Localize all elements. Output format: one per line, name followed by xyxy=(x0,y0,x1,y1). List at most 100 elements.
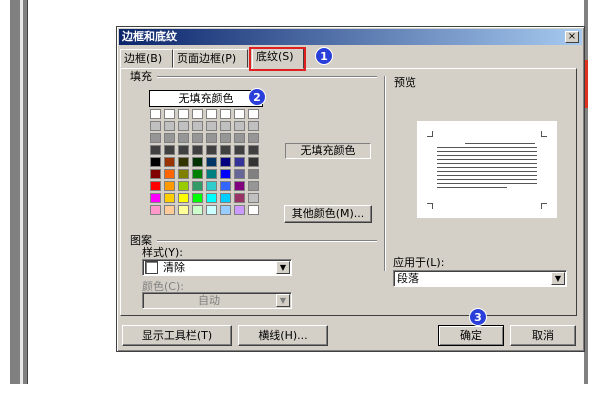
color-swatch[interactable] xyxy=(234,157,245,167)
color-swatch[interactable] xyxy=(164,181,175,191)
color-swatch[interactable] xyxy=(220,169,231,179)
color-swatch[interactable] xyxy=(206,205,217,215)
cancel-button[interactable]: 取消 xyxy=(510,325,576,346)
color-swatch[interactable] xyxy=(248,121,259,131)
color-swatch[interactable] xyxy=(164,109,175,119)
preview-text-line xyxy=(437,187,507,188)
color-swatch[interactable] xyxy=(248,181,259,191)
color-swatch[interactable] xyxy=(192,109,203,119)
color-swatch[interactable] xyxy=(178,157,189,167)
color-swatch[interactable] xyxy=(164,205,175,215)
color-swatch[interactable] xyxy=(192,145,203,155)
color-swatch[interactable] xyxy=(178,121,189,131)
color-swatch[interactable] xyxy=(220,205,231,215)
tab-page-borders[interactable]: 页面边框(P) xyxy=(173,49,248,68)
style-select-value: 清除 xyxy=(163,261,185,274)
color-swatch[interactable] xyxy=(248,133,259,143)
color-swatch[interactable] xyxy=(248,169,259,179)
pattern-group-line xyxy=(157,240,377,242)
color-swatch[interactable] xyxy=(150,193,161,203)
color-swatch[interactable] xyxy=(164,193,175,203)
tab-borders[interactable]: 边框(B) xyxy=(120,49,173,68)
color-swatch[interactable] xyxy=(178,205,189,215)
color-swatch[interactable] xyxy=(178,181,189,191)
color-swatch[interactable] xyxy=(234,145,245,155)
color-swatch[interactable] xyxy=(192,193,203,203)
color-swatch[interactable] xyxy=(178,133,189,143)
color-swatch[interactable] xyxy=(220,133,231,143)
color-swatch[interactable] xyxy=(248,205,259,215)
color-swatch[interactable] xyxy=(192,133,203,143)
color-swatch[interactable] xyxy=(248,109,259,119)
color-swatch[interactable] xyxy=(150,205,161,215)
horizontal-line-button[interactable]: 横线(H)... xyxy=(238,325,328,346)
color-swatch[interactable] xyxy=(220,145,231,155)
color-swatch[interactable] xyxy=(234,169,245,179)
color-swatch[interactable] xyxy=(234,205,245,215)
color-swatch[interactable] xyxy=(150,109,161,119)
color-swatch[interactable] xyxy=(164,121,175,131)
color-swatch[interactable] xyxy=(220,121,231,131)
color-swatch[interactable] xyxy=(206,133,217,143)
chevron-down-icon[interactable]: ▼ xyxy=(276,294,290,307)
color-swatch[interactable] xyxy=(206,193,217,203)
ok-button[interactable]: 确定 xyxy=(438,325,504,346)
preview-text-line xyxy=(437,167,537,168)
show-toolbar-button[interactable]: 显示工具栏(T) xyxy=(122,325,232,346)
color-swatch[interactable] xyxy=(150,121,161,131)
color-swatch[interactable] xyxy=(248,193,259,203)
annotation-badge: 3 xyxy=(469,308,487,326)
no-fill-option[interactable]: 无填充颜色 xyxy=(149,90,263,107)
more-colors-button[interactable]: 其他颜色(M)... xyxy=(284,205,372,223)
color-swatch[interactable] xyxy=(220,193,231,203)
color-swatch[interactable] xyxy=(234,121,245,131)
apply-to-select[interactable]: 段落 ▼ xyxy=(393,270,567,287)
preview-text-line xyxy=(437,155,537,156)
color-swatch[interactable] xyxy=(150,133,161,143)
color-swatch[interactable] xyxy=(178,193,189,203)
dialog-titlebar: 边框和底纹 × xyxy=(119,29,582,45)
color-swatch[interactable] xyxy=(192,169,203,179)
color-swatch[interactable] xyxy=(150,181,161,191)
color-swatch[interactable] xyxy=(206,145,217,155)
color-swatch[interactable] xyxy=(192,157,203,167)
color-swatch[interactable] xyxy=(178,145,189,155)
color-swatch[interactable] xyxy=(164,157,175,167)
color-swatch[interactable] xyxy=(178,109,189,119)
tab-shading[interactable]: 底纹(S) xyxy=(252,47,304,69)
color-swatch[interactable] xyxy=(164,133,175,143)
color-swatch[interactable] xyxy=(178,169,189,179)
preview-section-label: 预览 xyxy=(394,76,416,89)
preview-text-line xyxy=(437,151,537,152)
color-swatch[interactable] xyxy=(150,145,161,155)
color-swatch[interactable] xyxy=(220,157,231,167)
color-swatch[interactable] xyxy=(248,145,259,155)
color-swatch[interactable] xyxy=(206,169,217,179)
color-swatch[interactable] xyxy=(234,133,245,143)
color-swatch[interactable] xyxy=(220,109,231,119)
color-swatch[interactable] xyxy=(206,181,217,191)
color-swatch[interactable] xyxy=(206,157,217,167)
color-swatch[interactable] xyxy=(206,121,217,131)
color-swatch[interactable] xyxy=(234,109,245,119)
color-swatch[interactable] xyxy=(192,121,203,131)
color-swatch[interactable] xyxy=(150,157,161,167)
color-swatch[interactable] xyxy=(234,193,245,203)
preview-text-line xyxy=(437,147,537,148)
color-swatch[interactable] xyxy=(192,181,203,191)
chevron-down-icon[interactable]: ▼ xyxy=(276,261,290,274)
preview-text-line xyxy=(437,163,537,164)
pattern-color-select[interactable]: 自动 ▼ xyxy=(142,292,292,309)
color-swatch[interactable] xyxy=(164,145,175,155)
style-select[interactable]: 清除 ▼ xyxy=(142,259,292,276)
color-swatch[interactable] xyxy=(234,181,245,191)
color-swatch[interactable] xyxy=(220,181,231,191)
color-swatch[interactable] xyxy=(206,109,217,119)
chevron-down-icon[interactable]: ▼ xyxy=(551,272,565,285)
style-swatch xyxy=(145,261,158,274)
close-icon[interactable]: × xyxy=(565,31,579,43)
color-swatch[interactable] xyxy=(248,157,259,167)
color-swatch[interactable] xyxy=(164,169,175,179)
color-swatch[interactable] xyxy=(192,205,203,215)
color-swatch[interactable] xyxy=(150,169,161,179)
